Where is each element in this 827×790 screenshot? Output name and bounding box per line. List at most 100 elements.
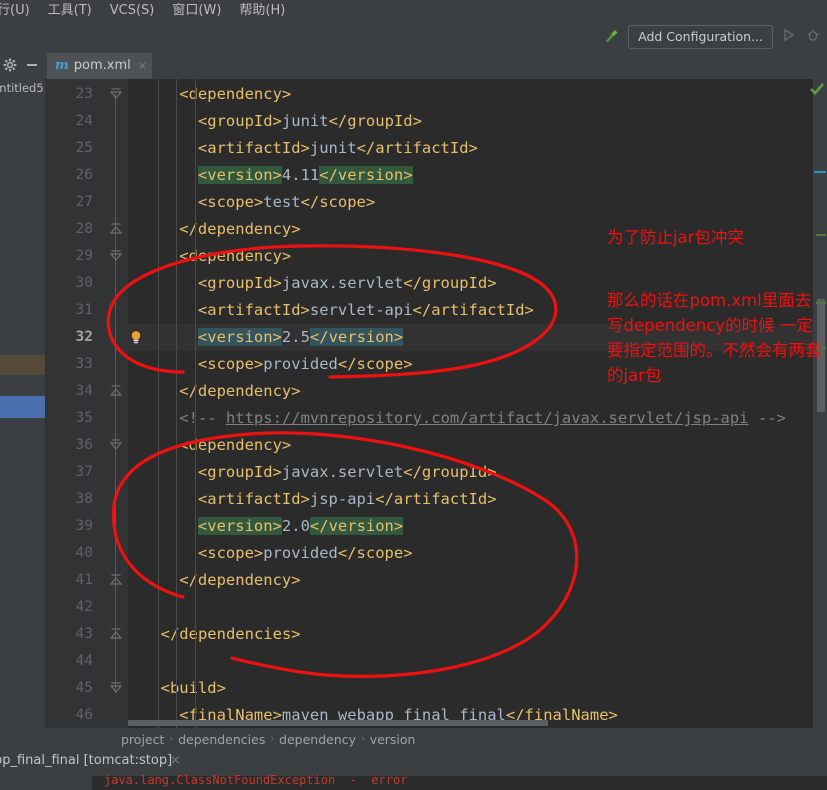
xml-tag: </dependency> bbox=[179, 220, 301, 238]
editor-line[interactable]: 38 <artifactId>jsp-api</artifactId> bbox=[45, 486, 827, 513]
menu-item-help[interactable]: 帮助(H) bbox=[230, 0, 294, 22]
fold-open-icon[interactable] bbox=[109, 432, 123, 459]
editor-error-stripe[interactable] bbox=[813, 79, 827, 728]
xml-tag: <version> bbox=[197, 517, 282, 535]
xml-text: 2.0 bbox=[281, 517, 310, 535]
editor-line[interactable]: 41 </dependency> bbox=[45, 567, 827, 594]
menu-item-tools[interactable]: 工具(T) bbox=[39, 0, 101, 22]
xml-tag: <dependency> bbox=[179, 85, 292, 103]
breadcrumb-item-dependency[interactable]: dependency bbox=[279, 732, 356, 747]
minus-icon[interactable] bbox=[24, 57, 40, 73]
fold-open-icon[interactable] bbox=[109, 81, 123, 108]
code-line-text: <version>2.0</version> bbox=[197, 513, 404, 540]
menu-item-window[interactable]: 窗口(W) bbox=[163, 0, 230, 22]
editor-line[interactable]: 27 <scope>test</scope> bbox=[45, 189, 827, 216]
close-icon[interactable]: × bbox=[136, 58, 147, 73]
fold-close-icon[interactable] bbox=[109, 216, 123, 243]
indent-guide bbox=[157, 79, 159, 728]
fold-open-icon[interactable] bbox=[109, 675, 123, 702]
run-tab-label[interactable]: app_final_final [tomcat:stop] bbox=[0, 753, 172, 768]
line-number: 45 bbox=[75, 680, 93, 696]
lightbulb-icon[interactable] bbox=[129, 330, 143, 350]
console-gutter bbox=[0, 776, 92, 790]
tab-pom-xml[interactable]: m pom.xml × bbox=[47, 53, 153, 79]
code-editor[interactable]: 23 <dependency> 24 <groupId>junit</groupId>… bbox=[45, 79, 827, 728]
editor-line[interactable]: 44 bbox=[45, 648, 827, 675]
xml-tag: </groupId> bbox=[403, 274, 497, 292]
line-number: 36 bbox=[75, 437, 93, 453]
comment-url-link[interactable]: https://mvnrepository.com/artifact/javax… bbox=[226, 409, 749, 427]
code-line-text: <groupId>javax.servlet</groupId> bbox=[198, 270, 497, 297]
breadcrumb-item-version[interactable]: version bbox=[370, 732, 416, 747]
line-number: 38 bbox=[75, 491, 93, 507]
line-number: 33 bbox=[75, 356, 93, 372]
breadcrumb-item-dependencies[interactable]: dependencies bbox=[178, 732, 265, 747]
inspection-ok-icon[interactable] bbox=[809, 82, 825, 101]
editor-line[interactable]: 42 bbox=[45, 594, 827, 621]
line-number: 37 bbox=[75, 464, 93, 480]
line-number: 23 bbox=[75, 86, 93, 102]
run-tab-close-icon[interactable]: × bbox=[170, 753, 181, 768]
code-line-text: <artifactId>servlet-api</artifactId> bbox=[198, 297, 534, 324]
xml-tag: </scope> bbox=[337, 544, 413, 562]
code-line-text: <dependency> bbox=[179, 243, 291, 270]
editor-line[interactable]: 35 <!-- https://mvnrepository.com/artifac… bbox=[45, 405, 827, 432]
code-line-text: <scope>provided</scope> bbox=[198, 351, 413, 378]
indent-guide bbox=[176, 79, 178, 728]
xml-text: test bbox=[263, 193, 301, 211]
editor-line[interactable]: 25 <artifactId>junit</artifactId> bbox=[45, 135, 827, 162]
menu-item-run[interactable]: 行(U) bbox=[0, 0, 39, 22]
sidebar-marker-selected[interactable] bbox=[0, 396, 45, 418]
code-line-text: <dependency> bbox=[179, 432, 291, 459]
editor-line[interactable]: 39 <version>2.0</version> bbox=[45, 513, 827, 540]
line-number: 31 bbox=[75, 302, 93, 318]
stripe-marker-warn-1[interactable] bbox=[816, 234, 826, 236]
code-line-text: <groupId>javax.servlet</groupId> bbox=[198, 459, 497, 486]
line-number: 43 bbox=[75, 626, 93, 642]
editor-line[interactable]: 23 <dependency> bbox=[45, 81, 827, 108]
editor-line[interactable]: 36 <dependency> bbox=[45, 432, 827, 459]
xml-text: 2.5 bbox=[281, 328, 310, 346]
breadcrumb-separator-icon: › bbox=[270, 733, 275, 745]
hammer-icon[interactable] bbox=[602, 28, 620, 46]
editor-horizontal-scrollbar[interactable] bbox=[128, 720, 548, 726]
annotation-note-1: 为了防止jar包冲突 bbox=[607, 228, 744, 247]
indent-guide bbox=[194, 79, 196, 728]
code-line-text: </dependencies> bbox=[161, 621, 301, 648]
code-line-text: <artifactId>junit</artifactId> bbox=[198, 135, 478, 162]
stripe-marker-info[interactable] bbox=[814, 171, 826, 173]
fold-close-icon[interactable] bbox=[109, 621, 123, 648]
breadcrumb-item-project[interactable]: project bbox=[121, 732, 164, 747]
menu-item-vcs[interactable]: VCS(S) bbox=[101, 0, 164, 22]
run-icon[interactable] bbox=[781, 27, 797, 48]
line-number: 39 bbox=[75, 518, 93, 534]
run-tool-window: app_final_final [tomcat:stop] × java.lan… bbox=[0, 750, 827, 790]
xml-tag: </groupId> bbox=[328, 112, 422, 130]
menu-bar: 行(U) 工具(T) VCS(S) 窗口(W) 帮助(H) bbox=[0, 0, 827, 22]
code-line-text: <!-- https://mvnrepository.com/artifact/… bbox=[179, 405, 786, 432]
debug-icon[interactable] bbox=[805, 27, 821, 48]
xml-tag: </artifactId> bbox=[412, 301, 534, 319]
xml-tag: <version> bbox=[197, 328, 282, 346]
editor-line[interactable]: 37 <groupId>javax.servlet</groupId> bbox=[45, 459, 827, 486]
xml-tag: <dependency> bbox=[179, 247, 292, 265]
xml-tag: </dependency> bbox=[179, 382, 301, 400]
fold-close-icon[interactable] bbox=[109, 378, 123, 405]
line-number: 34 bbox=[75, 383, 93, 399]
editor-line[interactable]: 40 <scope>provided</scope> bbox=[45, 540, 827, 567]
editor-line[interactable]: 24 <groupId>junit</groupId> bbox=[45, 108, 827, 135]
fold-close-icon[interactable] bbox=[109, 567, 123, 594]
editor-tab-strip: m pom.xml × bbox=[0, 52, 827, 79]
xml-tag: <scope> bbox=[197, 544, 264, 562]
console-output[interactable]: java.lang.ClassNotFoundException - error bbox=[0, 773, 827, 790]
editor-line[interactable]: 26 <version>4.11</version> bbox=[45, 162, 827, 189]
add-configuration-button[interactable]: Add Configuration... bbox=[628, 25, 773, 49]
xml-tag: </dependency> bbox=[179, 571, 301, 589]
gear-icon[interactable] bbox=[2, 57, 18, 73]
editor-line[interactable]: 43 </dependencies> bbox=[45, 621, 827, 648]
fold-open-icon[interactable] bbox=[109, 243, 123, 270]
editor-line[interactable]: 45 <build> bbox=[45, 675, 827, 702]
code-line-text: </dependency> bbox=[179, 216, 300, 243]
xml-text: javax.servlet bbox=[281, 274, 404, 292]
sidebar-project-label[interactable]: untitled5 bbox=[0, 81, 44, 95]
